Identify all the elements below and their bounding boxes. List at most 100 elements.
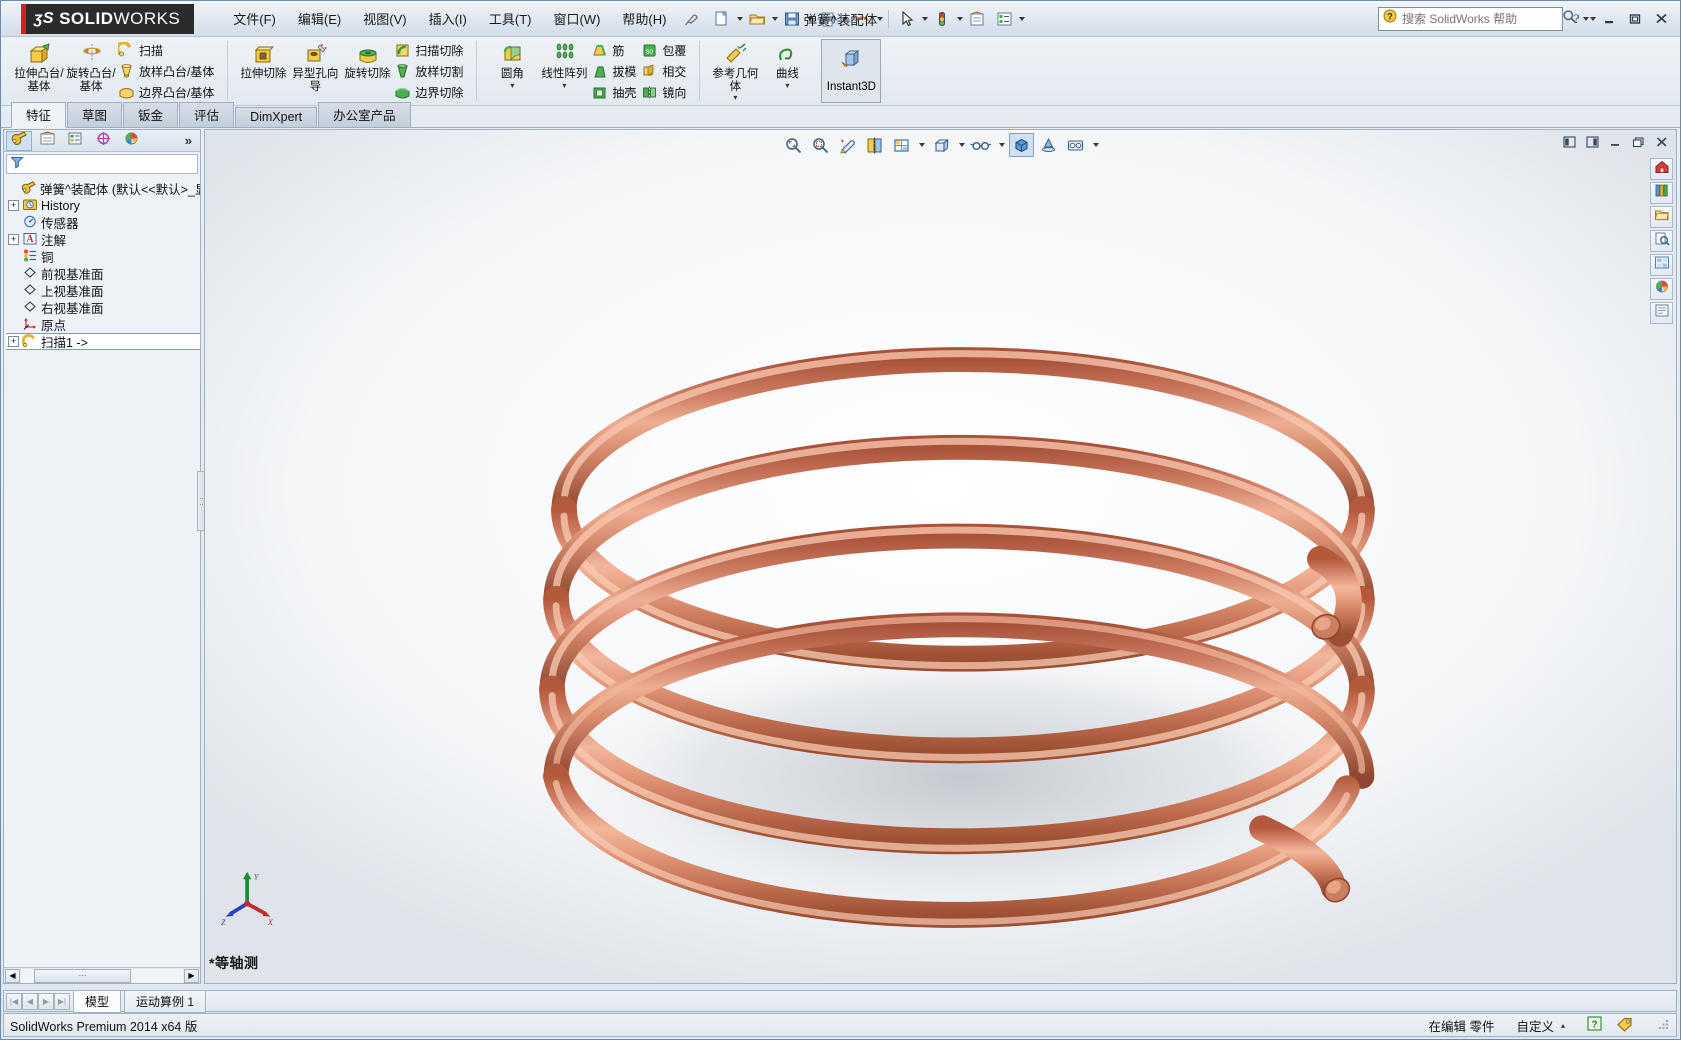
revolved-cut[interactable]: 旋转切除 <box>341 39 393 81</box>
curves[interactable]: 曲线 <box>761 39 813 81</box>
doc-tab-motion-study-1[interactable]: 运动算例 1 <box>124 989 207 1013</box>
select-button[interactable] <box>894 7 920 31</box>
reference-geometry-dropdown-caret[interactable]: ▾ <box>709 94 761 102</box>
restore-window-button[interactable] <box>1622 8 1648 30</box>
display-manager-tab[interactable] <box>118 131 144 151</box>
save-dropdown-caret[interactable] <box>807 16 814 21</box>
boundary-cut[interactable]: 边界切除 <box>393 82 467 103</box>
tile-right-button[interactable] <box>1582 133 1603 151</box>
lofted-boss-base[interactable]: 放样凸台/基体 <box>117 61 218 82</box>
tab-dimxpert[interactable]: DimXpert <box>235 107 318 127</box>
help-button[interactable]: ? <box>1563 8 1589 30</box>
annotations-expander[interactable]: + <box>8 234 19 245</box>
linear-pattern-dropdown-caret[interactable]: ▾ <box>538 81 590 89</box>
appearances-scenes-button[interactable] <box>1650 278 1673 300</box>
tab-sketch[interactable]: 草图 <box>67 102 123 127</box>
pin-icon[interactable] <box>683 10 701 28</box>
tree-root-part[interactable]: 弹簧^装配体 (默认<<默认>_显 <box>6 180 200 197</box>
history-expander[interactable]: + <box>8 200 19 211</box>
maximize-document-button[interactable] <box>1628 133 1649 151</box>
menu-view[interactable]: 视图(V) <box>352 5 417 32</box>
mirror[interactable]: 镜向 <box>640 82 690 103</box>
options-dropdown-caret[interactable] <box>1019 16 1026 21</box>
close-document-button[interactable] <box>1651 133 1672 151</box>
tree-item-top-plane[interactable]: 上视基准面 <box>6 282 200 299</box>
feature-tree-filter[interactable] <box>6 154 198 174</box>
print-button[interactable] <box>814 7 840 31</box>
section-view-button[interactable] <box>862 133 887 157</box>
search-input[interactable] <box>1402 11 1557 26</box>
customize-caret-icon[interactable]: ▴ <box>1561 1021 1565 1030</box>
view-settings-button[interactable] <box>1063 133 1088 157</box>
zoom-to-area-button[interactable] <box>808 133 833 157</box>
tree-item-right-plane[interactable]: 右视基准面 <box>6 299 200 316</box>
view-palette-button[interactable] <box>1650 254 1673 276</box>
tree-item-front-plane[interactable]: 前视基准面 <box>6 265 200 282</box>
open-document-button[interactable] <box>744 7 770 31</box>
feature-tree-horizontal-scrollbar[interactable]: ◀ ⋯ ▶ <box>4 967 200 983</box>
status-customize-label[interactable]: 自定义 <box>1516 1016 1554 1035</box>
tab-evaluate[interactable]: 评估 <box>179 102 235 127</box>
menu-window[interactable]: 窗口(W) <box>542 5 611 32</box>
view-orientation-caret[interactable] <box>916 143 927 147</box>
open-document-dropdown-caret[interactable] <box>772 16 779 21</box>
view-settings-caret[interactable] <box>1090 143 1101 147</box>
menu-file[interactable]: 文件(F) <box>222 5 287 32</box>
prev-tab-button[interactable]: ◀ <box>22 992 38 1010</box>
file-explorer-button[interactable] <box>1650 206 1673 228</box>
tree-item-history[interactable]: + History <box>6 197 200 214</box>
fillet-dropdown-caret[interactable]: ▾ <box>486 81 538 89</box>
scroll-thumb[interactable]: ⋯ <box>33 968 132 983</box>
menu-edit[interactable]: 编辑(E) <box>287 5 352 32</box>
design-library-home-button[interactable] <box>1650 158 1673 180</box>
curves-dropdown-caret[interactable]: ▾ <box>761 81 813 89</box>
rib[interactable]: 筋 <box>590 40 640 61</box>
menu-tools[interactable]: 工具(T) <box>478 5 543 32</box>
close-window-button[interactable] <box>1648 8 1674 30</box>
scroll-track[interactable]: ⋯ <box>21 968 183 983</box>
apply-scene-button[interactable] <box>1036 133 1061 157</box>
intersect[interactable]: 相交 <box>640 61 690 82</box>
tab-office-products[interactable]: 办公室产品 <box>318 102 411 127</box>
boundary-boss-base[interactable]: 边界凸台/基体 <box>117 82 218 103</box>
graphics-viewport[interactable]: Y X Z *等轴测 <box>204 129 1677 984</box>
instant3d-toggle[interactable]: Instant3D <box>821 39 882 103</box>
feature-manager-more-tabs[interactable]: » <box>185 133 198 148</box>
scroll-right-button[interactable]: ▶ <box>184 968 199 983</box>
tab-features[interactable]: 特征 <box>11 102 67 128</box>
property-manager-tab[interactable] <box>34 131 60 151</box>
design-library-button[interactable] <box>1650 182 1673 204</box>
featuremanager-design-tree-tab[interactable] <box>6 130 32 151</box>
hide-show-items-button[interactable] <box>969 133 994 157</box>
tree-item-sensors[interactable]: 传感器 <box>6 214 200 231</box>
file-properties-button[interactable] <box>964 7 990 31</box>
reference-geometry[interactable]: 参考几何体 <box>709 39 761 93</box>
save-button[interactable] <box>779 7 805 31</box>
menu-insert[interactable]: 插入(I) <box>418 5 478 32</box>
search-library-button[interactable] <box>1650 230 1673 252</box>
hole-wizard[interactable]: 异型孔向导 <box>289 39 341 93</box>
custom-properties-button[interactable] <box>1650 302 1673 324</box>
new-document-button[interactable] <box>709 7 735 31</box>
dimxpert-manager-tab[interactable] <box>90 131 116 151</box>
tile-left-button[interactable] <box>1559 133 1580 151</box>
tab-sheetmetal[interactable]: 钣金 <box>123 102 179 127</box>
previous-view-button[interactable] <box>835 133 860 157</box>
display-style-caret[interactable] <box>956 143 967 147</box>
lofted-cut[interactable]: 放样切割 <box>393 61 467 82</box>
draft[interactable]: 拔模 <box>590 61 640 82</box>
select-dropdown-caret[interactable] <box>922 16 929 21</box>
fillet[interactable]: 圆角 <box>486 39 538 81</box>
extruded-boss-base[interactable]: 拉伸凸台/基体 <box>13 39 65 93</box>
print-dropdown-caret[interactable] <box>842 16 849 21</box>
undo-button[interactable] <box>849 7 875 31</box>
next-tab-button[interactable]: ▶ <box>38 992 54 1010</box>
extruded-cut[interactable]: 拉伸切除 <box>237 39 289 81</box>
scroll-left-button[interactable]: ◀ <box>5 968 20 983</box>
undo-dropdown-caret[interactable] <box>877 16 884 21</box>
tree-item-annotations[interactable]: + A 注解 <box>6 231 200 248</box>
status-help-icon[interactable]: ? <box>1587 1016 1602 1034</box>
zoom-to-fit-button[interactable] <box>781 133 806 157</box>
minimize-document-button[interactable] <box>1605 133 1626 151</box>
tree-item-origin[interactable]: 原点 <box>6 316 200 333</box>
